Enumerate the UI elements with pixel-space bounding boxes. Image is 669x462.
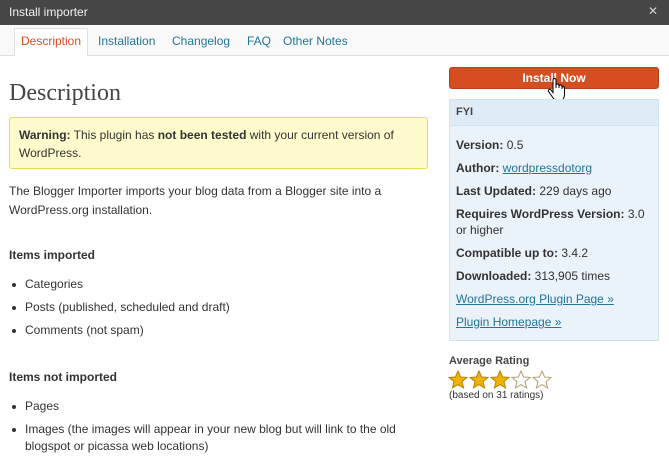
fyi-homepage: Plugin Homepage » <box>456 314 652 330</box>
star-rating <box>448 370 553 390</box>
items-imported-list: Categories Posts (published, scheduled a… <box>9 276 429 345</box>
plugin-homepage-link[interactable]: Plugin Homepage » <box>456 315 561 329</box>
fyi-plugin-page: WordPress.org Plugin Page » <box>456 291 652 307</box>
list-item: Images (the images will appear in your n… <box>9 421 419 455</box>
fyi-downloaded: Downloaded: 313,905 times <box>456 268 652 284</box>
fyi-version: Version: 0.5 <box>456 137 652 153</box>
tab-bar: Description Installation Changelog FAQ O… <box>0 25 669 57</box>
list-item: Comments (not spam) <box>9 322 429 339</box>
warning-text-1: This plugin has <box>70 128 158 142</box>
fyi-compatible-value: 3.4.2 <box>561 246 589 260</box>
dialog-title: Install importer <box>9 5 88 19</box>
star-empty-icon <box>511 370 531 390</box>
fyi-compatible-label: Compatible up to: <box>456 246 558 260</box>
intro-text: The Blogger Importer imports your blog d… <box>9 184 382 217</box>
star-filled-icon <box>448 370 468 390</box>
tab-changelog[interactable]: Changelog <box>166 29 236 56</box>
fyi-compatible: Compatible up to: 3.4.2 <box>456 245 652 261</box>
fyi-updated-value: 229 days ago <box>539 184 612 198</box>
average-rating-title: Average Rating <box>449 355 530 367</box>
list-item: Categories <box>9 276 429 293</box>
fyi-version-value: 0.5 <box>506 138 524 152</box>
star-filled-icon <box>469 370 489 390</box>
fyi-updated-label: Last Updated: <box>456 184 537 198</box>
tab-description[interactable]: Description <box>14 28 89 57</box>
fyi-requires-label: Requires WordPress Version: <box>456 207 625 221</box>
rating-count: (based on 31 ratings) <box>449 390 544 401</box>
fyi-list: Version: 0.5 Author: wordpressdotorg Las… <box>450 137 658 330</box>
plugin-page-link[interactable]: WordPress.org Plugin Page » <box>456 292 614 306</box>
list-item: Pages <box>9 398 419 415</box>
warning-emphasis: not been tested <box>157 128 247 142</box>
warning-prefix: Warning: <box>19 128 71 142</box>
dialog-titlebar: Install importer ✕ <box>0 0 669 25</box>
fyi-author-label: Author: <box>456 161 500 175</box>
list-item: Posts (published, scheduled and draft) <box>9 299 429 316</box>
tab-installation[interactable]: Installation <box>92 29 161 56</box>
fyi-requires: Requires WordPress Version: 3.0 or highe… <box>456 206 652 238</box>
items-not-imported-list: Pages Images (the images will appear in … <box>9 398 419 461</box>
fyi-version-label: Version: <box>456 138 504 152</box>
warning-notice: Warning: This plugin has not been tested… <box>9 117 428 169</box>
fyi-heading: FYI <box>450 100 658 126</box>
tab-faq[interactable]: FAQ <box>241 29 277 56</box>
fyi-updated: Last Updated: 229 days ago <box>456 183 652 199</box>
items-not-imported-heading: Items not imported <box>9 370 118 384</box>
tab-other-notes[interactable]: Other Notes <box>277 29 354 56</box>
items-imported-heading: Items imported <box>9 248 96 262</box>
star-empty-icon <box>532 370 552 390</box>
page-title: Description <box>9 80 121 106</box>
fyi-box: FYI Version: 0.5 Author: wordpressdotorg… <box>449 99 659 341</box>
fyi-author: Author: wordpressdotorg <box>456 160 652 176</box>
fyi-downloaded-label: Downloaded: <box>456 269 532 283</box>
close-icon[interactable]: ✕ <box>647 4 659 18</box>
fyi-downloaded-value: 313,905 times <box>534 269 611 283</box>
author-link[interactable]: wordpressdotorg <box>503 161 592 175</box>
star-filled-icon <box>490 370 510 390</box>
